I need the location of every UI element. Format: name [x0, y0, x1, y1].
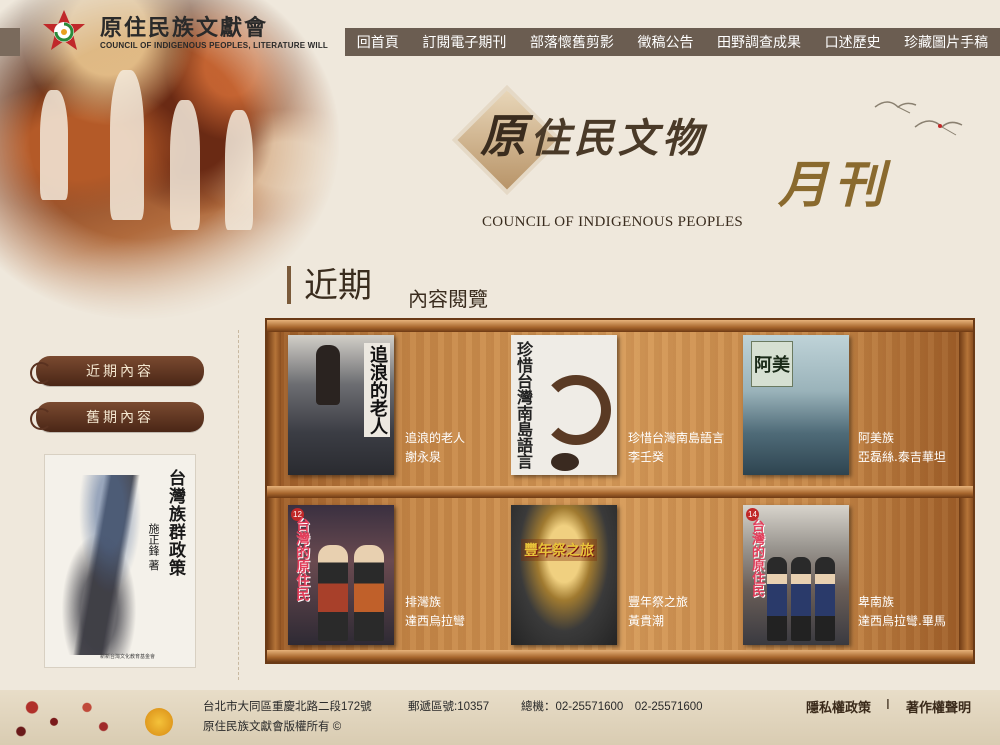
shelf-plank-bottom: [267, 650, 973, 662]
cover-person: [354, 545, 384, 641]
book-caption[interactable]: 豐年祭之旅 黃貴潮: [628, 593, 688, 631]
dancer-figure: [110, 70, 144, 220]
copyright-notice-link[interactable]: 著作權聲明: [906, 697, 971, 716]
logo-subtitle: COUNCIL OF INDIGENOUS PEOPLES, LITERATUR…: [100, 41, 329, 50]
footer-address: 台北市大同區重慶北路二段172號: [203, 701, 372, 713]
dancer-figure: [170, 100, 200, 230]
featured-book-author: 施正鋒 著: [145, 523, 161, 571]
nav-item-fieldwork[interactable]: 田野調查成果: [717, 32, 801, 52]
book-cover[interactable]: 珍惜台灣南島語言: [511, 335, 617, 475]
recent-issues-button[interactable]: 近期內容: [30, 356, 204, 386]
featured-book-publisher: 新新台灣文化教育基金會: [100, 654, 156, 660]
site-logo[interactable]: 原住民族文獻會 COUNCIL OF INDIGENOUS PEOPLES, L…: [40, 6, 330, 58]
sidebar-divider: [238, 330, 240, 680]
magazine-title: 原住民文物: [480, 100, 706, 166]
book-cover[interactable]: 豐年祭之旅: [511, 505, 617, 645]
nav-item-call-for-papers[interactable]: 徵稿公告: [637, 32, 693, 52]
magazine-title-rest: 住民文物: [530, 115, 706, 162]
footer-zip: 郵遞區號:10357: [408, 701, 490, 713]
book-caption[interactable]: 排灣族 達西烏拉彎: [405, 593, 465, 631]
book-cover[interactable]: 14 台灣的原住民: [743, 505, 849, 645]
magazine-title-first-char: 原: [480, 109, 530, 163]
nav-item-subscribe[interactable]: 訂閱電子期刊: [422, 32, 506, 52]
footer-copyright: 原住民族文獻會版權所有 ©: [203, 721, 342, 733]
book-cover-text: 追浪的老人: [364, 343, 390, 437]
dancer-figure: [40, 90, 68, 200]
book-cover-text: 珍惜台灣南島語言: [514, 341, 533, 469]
nav-item-oral-history[interactable]: 口述歷史: [825, 32, 881, 52]
book-title: 排灣族: [405, 595, 442, 609]
book-cover[interactable]: 追浪的老人: [288, 335, 394, 475]
book-caption[interactable]: 追浪的老人 謝永泉: [405, 429, 465, 467]
book-title: 阿美族: [858, 431, 895, 445]
cover-pot: [551, 453, 579, 471]
book-caption[interactable]: 卑南族 達西烏拉彎.畢馬: [858, 593, 946, 631]
book-title: 卑南族: [858, 595, 895, 609]
footer-separator: I: [886, 698, 890, 713]
book-title: 追浪的老人: [405, 431, 466, 445]
top-nav: 回首頁 訂閱電子期刊 部落懷舊剪影 徵稿公告 田野調查成果 口述歷史 珍藏圖片手…: [345, 28, 1000, 56]
book-cover[interactable]: 12 台灣的原住民: [288, 505, 394, 645]
logo-title: 原住民族文獻會: [100, 15, 269, 41]
book-cover-text: 台灣的原住民: [294, 517, 310, 601]
past-issues-label: 舊期內容: [86, 410, 154, 426]
book-author: 李壬癸: [628, 450, 665, 464]
footer-phone: 總機：02-25571600 02-25571600: [521, 701, 703, 713]
book-cover[interactable]: 阿美: [743, 335, 849, 475]
sun-icon: [145, 708, 173, 736]
cover-figure: [316, 345, 340, 405]
book-author: 達西烏拉彎: [405, 614, 466, 628]
book-caption[interactable]: 阿美族 亞磊絲.泰吉華坦: [858, 429, 946, 467]
footer-flower-decoration: [10, 693, 120, 741]
nav-left-stub: [0, 28, 20, 56]
book-cover-text: 台灣的原住民: [749, 519, 764, 597]
featured-book-cover[interactable]: 台灣族群政策 施正鋒 著 新新台灣文化教育基金會: [44, 454, 196, 668]
swirl-icon: [30, 408, 52, 430]
past-issues-button[interactable]: 舊期內容: [30, 402, 204, 432]
recent-issues-label: 近期內容: [86, 364, 154, 380]
book-cover-text: 豐年祭之旅: [521, 539, 597, 561]
cover-swirl: [541, 375, 611, 445]
book-title: 豐年祭之旅: [628, 595, 689, 609]
cover-person: [815, 557, 835, 641]
featured-book-title: 台灣族群政策: [165, 469, 185, 577]
shelf-plank-top: [267, 320, 973, 332]
logo-icon: [43, 10, 85, 50]
magazine-title-en: COUNCIL OF INDIGENOUS PEOPLES: [482, 214, 744, 230]
privacy-policy-link[interactable]: 隱私權政策: [806, 697, 871, 716]
book-author: 謝永泉: [405, 450, 442, 464]
nav-item-nostalgia[interactable]: 部落懷舊剪影: [530, 32, 614, 52]
section-title: 近期: [304, 266, 372, 306]
magazine-monthly: 月刊: [778, 155, 890, 214]
dancer-figure: [225, 110, 253, 230]
book-author: 亞磊絲.泰吉華坦: [858, 450, 946, 464]
shelf-plank-middle: [267, 486, 973, 498]
book-author: 達西烏拉彎.畢馬: [858, 614, 946, 628]
book-author: 黃貴潮: [628, 614, 665, 628]
book-caption[interactable]: 珍惜台灣南島語言 李壬癸: [628, 429, 724, 467]
book-cover-text: 阿美: [751, 341, 793, 387]
nav-item-home[interactable]: 回首頁: [357, 32, 399, 52]
book-title: 珍惜台灣南島語言: [628, 431, 725, 445]
cover-person: [318, 545, 348, 641]
cover-person: [791, 557, 811, 641]
cover-person: [767, 557, 787, 641]
section-accent-bar: [287, 266, 291, 304]
cranes-icon: [874, 101, 963, 136]
swirl-icon: [30, 362, 52, 384]
section-subtitle: 內容閱覽: [408, 287, 488, 311]
nav-item-archive[interactable]: 珍藏圖片手稿: [904, 32, 988, 52]
